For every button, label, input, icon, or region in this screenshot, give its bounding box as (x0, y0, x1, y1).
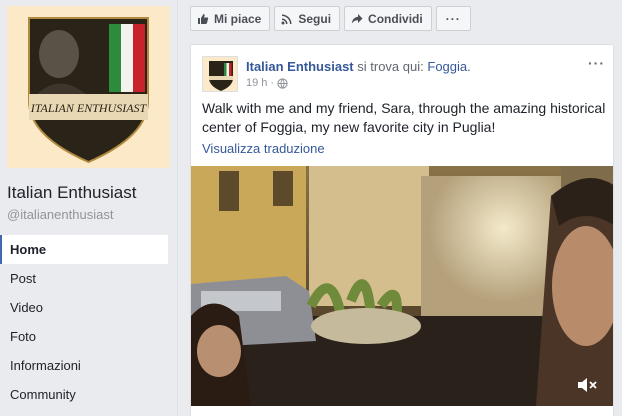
post-timestamp[interactable]: 19 h (246, 77, 267, 89)
italian-enthusiast-logo: ITALIAN ENTHUSIAST (7, 6, 170, 168)
page-action-bar: Mi piace Segui Condividi ··· (190, 6, 471, 31)
nav-item-home[interactable]: Home (0, 235, 168, 264)
like-page-button[interactable]: Mi piace (190, 6, 271, 31)
page-nav: Home Post Video Foto Informazioni Commun… (0, 235, 168, 409)
page-sidebar: ITALIAN ENTHUSIAST Italian Enthusiast @i… (0, 0, 178, 416)
post-message: Walk with me and my friend, Sara, throug… (202, 100, 606, 135)
follow-button[interactable]: Segui (274, 6, 341, 31)
nav-item-video[interactable]: Video (0, 293, 168, 322)
avatar-logo (203, 57, 237, 91)
globe-icon[interactable] (277, 77, 288, 89)
mute-icon[interactable] (577, 376, 599, 394)
page-handle[interactable]: @italianenthusiast (7, 207, 113, 222)
meta-separator: · (270, 77, 275, 89)
post-options-button[interactable]: ··· (588, 55, 605, 71)
nav-item-post[interactable]: Post (0, 264, 168, 293)
post-video[interactable] (191, 166, 613, 406)
more-options-button[interactable]: ··· (435, 6, 471, 31)
page-profile-picture[interactable]: ITALIAN ENTHUSIAST (7, 6, 170, 168)
thumbs-up-icon (198, 13, 209, 24)
post-meta: 19 h · (246, 77, 288, 89)
follow-label: Segui (298, 11, 332, 26)
nav-item-foto[interactable]: Foto (0, 322, 168, 351)
post-author-avatar[interactable] (202, 56, 238, 92)
post-checkin-text: si trova qui: (357, 59, 424, 74)
nav-item-informazioni[interactable]: Informazioni (0, 351, 168, 380)
see-translation-link[interactable]: Visualizza traduzione (202, 141, 325, 156)
share-arrow-icon (351, 13, 363, 23)
page-name[interactable]: Italian Enthusiast (7, 183, 136, 203)
like-label: Mi piace (214, 11, 262, 26)
column-divider (177, 0, 178, 416)
nav-item-community[interactable]: Community (0, 380, 168, 409)
post-author-link[interactable]: Italian Enthusiast (246, 59, 354, 74)
rss-icon (281, 14, 292, 24)
share-label: Condividi (368, 11, 423, 26)
post-header: Italian Enthusiast si trova qui: Foggia. (246, 59, 471, 74)
post-card: Italian Enthusiast si trova qui: Foggia.… (190, 44, 614, 416)
video-frame (191, 166, 613, 406)
post-location-link[interactable]: Foggia. (427, 59, 470, 74)
share-button[interactable]: Condividi (344, 6, 432, 31)
svg-text:ITALIAN ENTHUSIAST: ITALIAN ENTHUSIAST (30, 101, 148, 115)
